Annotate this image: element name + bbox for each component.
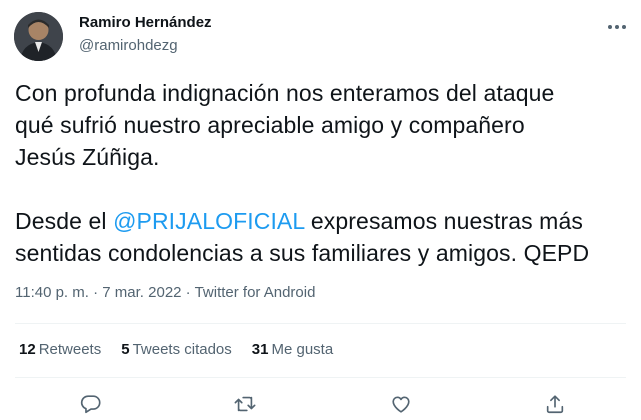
- reply-icon: [80, 395, 101, 414]
- tweet-time[interactable]: 11:40 p. m.: [15, 284, 89, 301]
- share-icon: [546, 395, 564, 414]
- more-options-button[interactable]: [600, 16, 634, 38]
- quotes-count: 5: [121, 341, 130, 358]
- tweet-line: qué sufrió nuestro apreciable amigo y co…: [15, 112, 525, 138]
- tweet-line: Con profunda indignación nos enteramos d…: [15, 80, 555, 106]
- tweet-date[interactable]: 7 mar. 2022: [102, 284, 181, 301]
- retweets-count: 12: [19, 341, 36, 358]
- tweet-metadata: 11:40 p. m. · 7 mar. 2022 · Twitter for …: [15, 283, 315, 303]
- retweets-stat[interactable]: 12 Retweets: [19, 340, 101, 360]
- tweet-text-fragment: expresamos nuestras más: [304, 208, 583, 234]
- retweet-icon: [234, 396, 256, 412]
- avatar-image: [14, 12, 63, 61]
- reply-button[interactable]: [77, 390, 105, 418]
- action-bar: [0, 390, 641, 418]
- author-handle[interactable]: @ramirohdezg: [79, 36, 178, 56]
- share-button[interactable]: [541, 390, 569, 418]
- tweet-paragraph-1: Con profunda indignación nos enteramos d…: [15, 77, 635, 173]
- divider: [15, 323, 626, 324]
- quotes-label: Tweets citados: [132, 341, 232, 358]
- author-name[interactable]: Ramiro Hernández: [79, 13, 212, 33]
- tweet-line: Jesús Zúñiga.: [15, 144, 160, 170]
- tweet-line: sentidas condolencias a sus familiares y…: [15, 240, 590, 266]
- meta-separator: ·: [88, 284, 103, 301]
- retweet-button[interactable]: [231, 390, 259, 418]
- tweet-source[interactable]: Twitter for Android: [195, 284, 316, 301]
- like-button[interactable]: [387, 390, 415, 418]
- tweet-stats: 12 Retweets 5 Tweets citados 31 Me gusta: [19, 340, 333, 360]
- divider: [15, 377, 626, 378]
- more-icon: [608, 25, 626, 29]
- mention-link[interactable]: @PRIJALOFICIAL: [113, 208, 304, 234]
- meta-separator: ·: [181, 284, 195, 301]
- avatar[interactable]: [14, 12, 63, 61]
- likes-label: Me gusta: [271, 341, 334, 358]
- likes-count: 31: [251, 341, 269, 358]
- retweets-label: Retweets: [38, 341, 102, 358]
- heart-icon: [392, 396, 410, 413]
- likes-stat[interactable]: 31 Me gusta: [252, 340, 333, 360]
- tweet-text: Con profunda indignación nos enteramos d…: [15, 77, 635, 269]
- quotes-stat[interactable]: 5 Tweets citados: [121, 340, 232, 360]
- tweet-text-fragment: Desde el: [15, 208, 114, 234]
- tweet-paragraph-2: Desde el @PRIJALOFICIAL expresamos nuest…: [15, 205, 635, 269]
